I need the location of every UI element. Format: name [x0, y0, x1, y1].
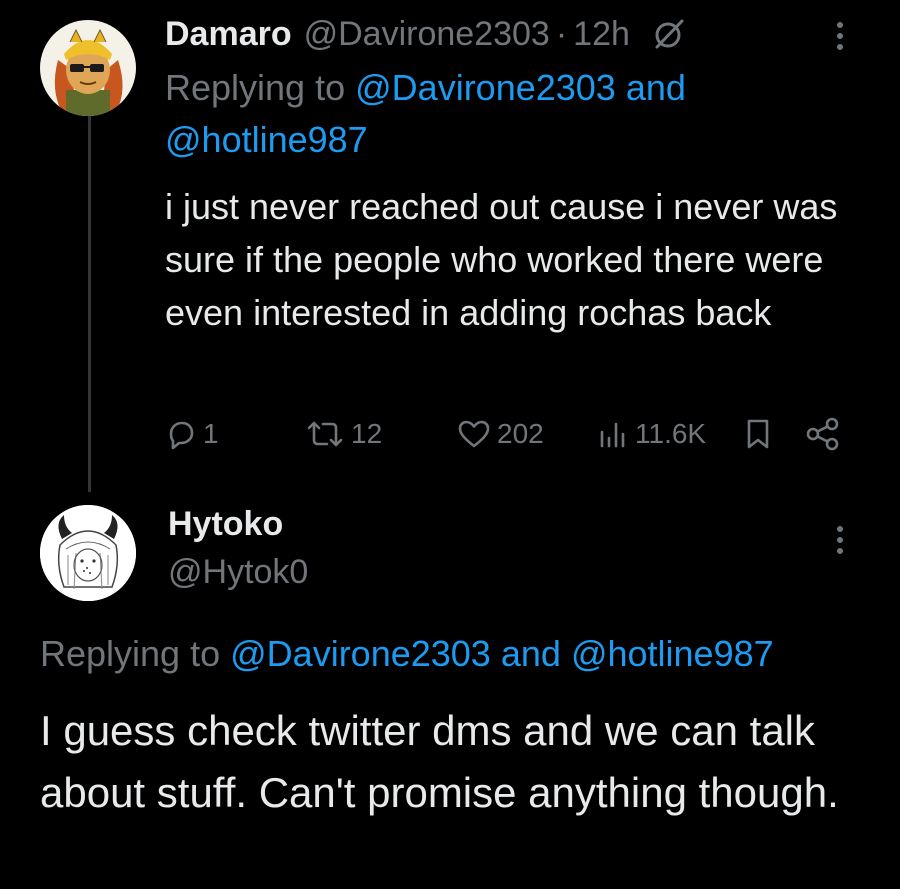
mention-link[interactable]: @hotline987	[165, 119, 368, 160]
mention-link[interactable]: @Davirone2303	[355, 67, 616, 108]
replying-prefix: Replying to	[165, 67, 346, 108]
avatar-hytoko[interactable]	[40, 505, 136, 601]
retweet-button[interactable]: 12	[305, 412, 382, 456]
tweet-text: i just never reached out cause i never w…	[165, 186, 838, 333]
replying-and: and	[625, 67, 686, 108]
tweet-text: I guess check twitter dms and we can tal…	[40, 707, 839, 816]
replying-and: and	[500, 633, 561, 674]
display-name[interactable]: Hytoko	[168, 505, 283, 544]
separator-dot: ·	[555, 14, 568, 53]
views-count: 11.6K	[635, 418, 707, 449]
bookmark-button[interactable]	[743, 412, 773, 456]
reply-icon	[165, 418, 197, 450]
replying-to: Replying to @Davirone2303 and @hotline98…	[165, 62, 805, 166]
reply-count: 1	[203, 418, 219, 449]
timestamp[interactable]: 12h	[573, 15, 630, 54]
display-name[interactable]: Damaro	[165, 15, 292, 54]
user-handle[interactable]: @Hytok0	[168, 553, 308, 592]
tweet-header: Damaro @Davirone2303 · 12h	[165, 12, 686, 56]
replying-prefix: Replying to	[40, 633, 221, 674]
reply-button[interactable]: 1	[165, 412, 219, 456]
share-button[interactable]	[805, 412, 841, 456]
mention-link[interactable]: @Davirone2303	[230, 633, 491, 674]
share-icon	[805, 417, 841, 451]
replying-to: Replying to @Davirone2303 and @hotline98…	[40, 628, 900, 680]
retweet-count: 12	[351, 418, 383, 449]
bookmark-icon	[743, 417, 773, 451]
views-icon	[597, 418, 629, 450]
views-button[interactable]: 11.6K	[597, 412, 706, 456]
user-handle[interactable]: @Davirone2303	[304, 15, 550, 54]
thread-connector-line	[88, 112, 91, 492]
avatar-damaro[interactable]	[40, 20, 136, 116]
like-button[interactable]: 202	[457, 412, 544, 456]
more-icon[interactable]	[828, 522, 852, 563]
tweet-actions: 1 12 202 11.6K	[165, 412, 855, 456]
more-icon[interactable]	[828, 18, 852, 59]
like-count: 202	[497, 418, 544, 449]
like-icon	[457, 418, 491, 450]
mute-icon	[652, 17, 686, 51]
retweet-icon	[305, 418, 345, 450]
mention-link[interactable]: @hotline987	[571, 633, 774, 674]
